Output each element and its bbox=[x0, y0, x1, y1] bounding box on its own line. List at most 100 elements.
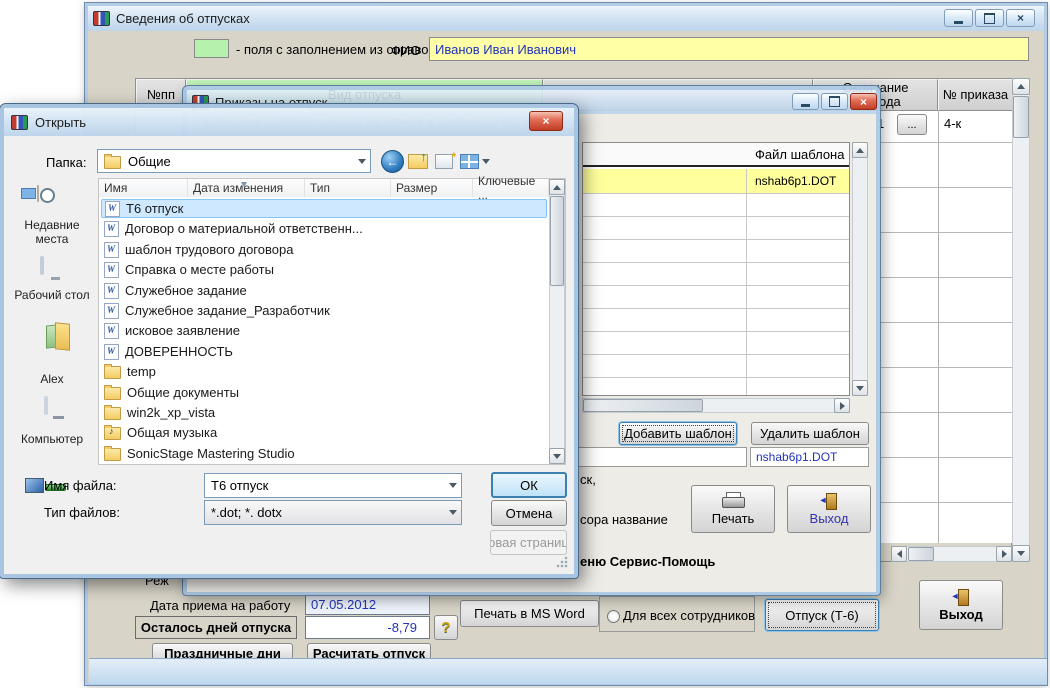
list-item[interactable]: Договор о материальной ответственн... bbox=[101, 219, 547, 238]
table-vscrollbar[interactable] bbox=[1012, 78, 1030, 562]
desktop-icon[interactable] bbox=[40, 256, 44, 275]
print-button[interactable]: Печать bbox=[691, 485, 775, 533]
list-item[interactable]: SonicStage Mastering Studio bbox=[101, 444, 547, 463]
list-item[interactable]: temp bbox=[101, 362, 547, 381]
list-item[interactable]: Т6 отпуск bbox=[101, 199, 547, 218]
scroll-up-button[interactable] bbox=[1012, 78, 1030, 95]
list-item[interactable]: исковое заявление bbox=[101, 321, 547, 340]
vacation-t6-button[interactable]: Отпуск (Т-6) bbox=[765, 599, 879, 631]
minimize-icon bbox=[954, 20, 963, 24]
templates-grid[interactable]: Файл шаблона nshab6p1.DOT bbox=[582, 142, 850, 396]
row1-more-button[interactable]: ... bbox=[897, 114, 927, 135]
footer-text-fragment: еню Сервис-Помощь bbox=[580, 554, 716, 569]
column-header-keywords[interactable]: Ключевые ... bbox=[473, 174, 549, 202]
scroll-right-button[interactable] bbox=[996, 546, 1012, 562]
recent-places-icon[interactable] bbox=[37, 185, 39, 202]
file-list: Имя Дата изменения Тип Размер Ключевые .… bbox=[98, 174, 566, 465]
minimize-button[interactable] bbox=[944, 9, 973, 27]
column-header-name[interactable]: Имя bbox=[99, 179, 188, 197]
views-button[interactable] bbox=[460, 154, 479, 169]
file-name: win2k_xp_vista bbox=[127, 405, 216, 420]
delete-template-button[interactable]: Удалить шаблон bbox=[751, 422, 869, 445]
printer-icon bbox=[722, 492, 745, 508]
arrow-down-icon bbox=[1017, 551, 1025, 556]
titlebar-vacation-info[interactable]: Сведения об отпусках × bbox=[88, 6, 1044, 31]
file-name-combobox[interactable]: Т6 отпуск bbox=[204, 473, 462, 498]
list-item[interactable]: ДОВЕРЕННОСТЬ bbox=[101, 342, 547, 361]
folder-combobox[interactable]: Общие bbox=[97, 149, 371, 173]
maximize-button[interactable] bbox=[821, 93, 848, 110]
fio-field[interactable]: Иванов Иван Иванович bbox=[429, 37, 1029, 61]
arrow-up-icon bbox=[856, 147, 864, 153]
list-item[interactable]: Общая музыка bbox=[101, 423, 547, 442]
computer-icon[interactable] bbox=[44, 396, 48, 415]
back-button[interactable]: ← bbox=[381, 150, 404, 173]
exit-button-main[interactable]: Выход bbox=[919, 580, 1003, 630]
grid-hscroll-thumb[interactable] bbox=[583, 399, 703, 412]
window-title: Открыть bbox=[35, 114, 87, 130]
column-header-type[interactable]: Тип bbox=[305, 179, 391, 197]
grid-row-selected[interactable]: nshab6p1.DOT bbox=[583, 169, 849, 194]
status-bar bbox=[89, 658, 1047, 684]
all-employees-radio[interactable] bbox=[607, 610, 620, 623]
cancel-button[interactable]: Отмена bbox=[491, 500, 567, 526]
word-document-icon bbox=[104, 302, 119, 319]
views-dropdown-arrow[interactable] bbox=[482, 159, 490, 164]
ok-button[interactable]: ОК bbox=[491, 472, 567, 498]
grid-scroll-down[interactable] bbox=[852, 380, 868, 396]
list-item[interactable]: шаблон трудового договора bbox=[101, 240, 547, 259]
folder-icon bbox=[104, 153, 121, 169]
window-title: Сведения об отпусках bbox=[116, 11, 250, 26]
vscroll-thumb[interactable] bbox=[1013, 96, 1029, 138]
print-ms-word-button[interactable]: Печать в MS Word bbox=[460, 600, 599, 627]
exit-button-orders[interactable]: Выход bbox=[787, 485, 871, 533]
sidebar-item-user[interactable]: Alex bbox=[7, 372, 97, 386]
maximize-button[interactable] bbox=[975, 9, 1004, 27]
sidebar-item-computer[interactable]: Компьютер bbox=[7, 432, 97, 446]
list-vscroll-thumb[interactable] bbox=[550, 196, 564, 286]
list-item[interactable]: win2k_xp_vista bbox=[101, 403, 547, 422]
resize-grip[interactable] bbox=[556, 556, 568, 568]
list-item[interactable]: Общие документы bbox=[101, 383, 547, 402]
close-button[interactable]: × bbox=[850, 93, 877, 110]
titlebar-open-dialog[interactable]: Открыть × bbox=[4, 108, 574, 136]
grid-vscrollbar[interactable] bbox=[852, 142, 868, 396]
file-name: Общая музыка bbox=[127, 425, 218, 440]
file-name-value: Т6 отпуск bbox=[211, 478, 269, 493]
add-template-button[interactable]: Добавить шаблон bbox=[619, 422, 737, 445]
hire-date-field[interactable]: 07.05.2012 bbox=[305, 594, 430, 615]
new-folder-button[interactable] bbox=[435, 150, 456, 169]
scroll-left-button[interactable] bbox=[891, 546, 907, 562]
list-scroll-down[interactable] bbox=[549, 448, 565, 464]
template-file-box[interactable]: nshab6p1.DOT bbox=[750, 447, 869, 467]
window-open-dialog: Открыть × Папка: Общие ← Недавние места … bbox=[0, 103, 579, 579]
list-scroll-up[interactable] bbox=[549, 179, 565, 195]
sidebar-item-recent[interactable]: Недавние места bbox=[7, 218, 97, 246]
column-header-size[interactable]: Размер bbox=[391, 179, 473, 197]
list-item[interactable]: Справка о месте работы bbox=[101, 260, 547, 279]
scroll-down-button[interactable] bbox=[1012, 545, 1030, 562]
close-button[interactable]: × bbox=[529, 111, 563, 131]
sidebar-item-desktop[interactable]: Рабочий стол bbox=[7, 288, 97, 302]
days-left-field[interactable]: -8,79 bbox=[305, 616, 430, 639]
close-icon: × bbox=[1016, 11, 1024, 25]
maximize-icon bbox=[984, 12, 995, 24]
folder-icon bbox=[104, 405, 121, 420]
grid-scroll-up[interactable] bbox=[852, 142, 868, 158]
template-name-field[interactable] bbox=[575, 447, 747, 467]
open-dialog-client: Папка: Общие ← Недавние места Рабочий ст… bbox=[4, 136, 574, 574]
list-item[interactable]: Служебное задание_Разработчик bbox=[101, 301, 547, 320]
up-folder-button[interactable] bbox=[408, 149, 428, 169]
clipped-disabled-button: овая страниц bbox=[490, 530, 567, 555]
grid-scroll-right[interactable] bbox=[834, 398, 850, 413]
close-button[interactable]: × bbox=[1006, 9, 1035, 27]
col-header-order[interactable]: № приказа bbox=[938, 79, 1013, 111]
list-item[interactable]: Служебное задание bbox=[101, 281, 547, 300]
exit-button-label: Выход bbox=[809, 510, 849, 526]
file-name: Договор о материальной ответственн... bbox=[125, 221, 363, 236]
file-type-combobox[interactable]: *.dot; *. dotx bbox=[204, 500, 462, 525]
minimize-button[interactable] bbox=[792, 93, 819, 110]
hscroll-thumb[interactable] bbox=[908, 547, 934, 561]
word-document-icon bbox=[104, 261, 119, 278]
help-button[interactable]: ? bbox=[434, 615, 458, 640]
